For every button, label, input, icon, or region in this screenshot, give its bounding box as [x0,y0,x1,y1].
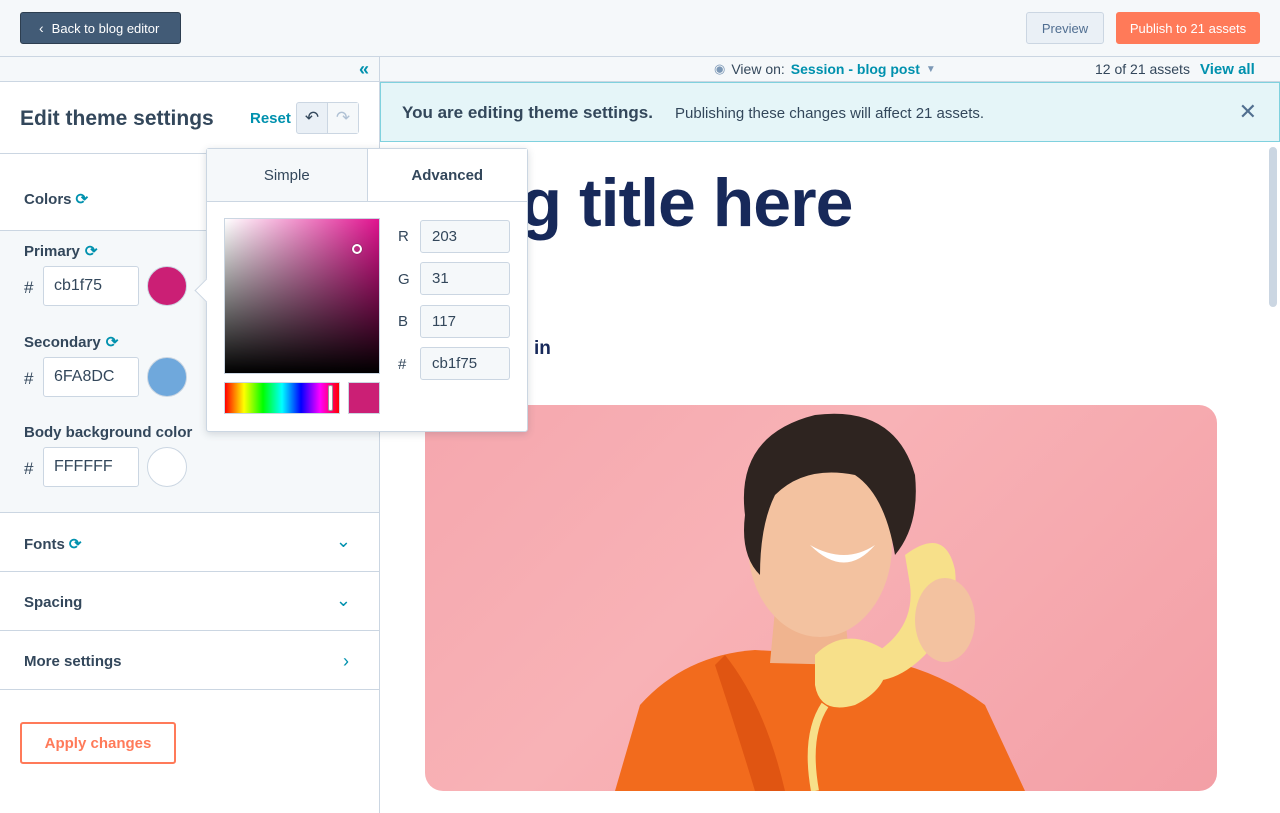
redo-icon[interactable]: ↷ [327,103,358,133]
blog-title: og title here [480,165,853,241]
hex-input[interactable] [420,347,510,380]
banner-title: You are editing theme settings. [402,103,653,122]
primary-color-swatch[interactable] [147,266,187,306]
chevron-down-icon: ⌄ [335,531,351,551]
hue-handle[interactable] [328,385,333,411]
body-bg-color-swatch[interactable] [147,447,187,487]
undo-icon[interactable]: ↶ [297,103,327,133]
fonts-label: Fonts [24,535,65,553]
saturation-handle[interactable] [352,244,362,254]
view-session-dropdown[interactable]: Session - blog post [791,61,920,77]
caret-down-icon: ▼ [925,63,936,75]
r-label: R [398,228,409,245]
color-picker-popover: Simple Advanced R G B # [206,148,528,432]
hex-label: # [398,356,407,373]
view-on-label: View on: [731,61,785,77]
banner-text: Publishing these changes will affect 21 … [675,105,985,122]
hash-label: # [24,369,34,388]
collapse-panel-icon[interactable]: « [359,60,369,78]
primary-color-input[interactable] [43,266,139,306]
b-label: B [398,313,409,330]
panel-title: Edit theme settings [20,107,214,130]
sync-icon: ⟳ [75,191,89,208]
view-bar: ◉ View on: Session - blog post ▼ 12 of 2… [380,57,1280,82]
more-settings-section[interactable]: More settings › [0,631,379,690]
back-button-label: Back to blog editor [51,20,160,36]
r-input[interactable] [420,220,510,253]
secondary-color-swatch[interactable] [147,357,187,397]
secondary-color-input[interactable] [43,357,139,397]
undo-redo-group: ↶ ↷ [296,102,359,134]
publish-button[interactable]: Publish to 21 assets [1116,12,1260,44]
body-bg-color-input[interactable] [43,447,139,487]
scrollbar[interactable] [1269,147,1277,307]
selected-color-preview [348,382,380,414]
hero-illustration [615,413,1025,791]
body-bg-color-label: Body background color [24,424,193,441]
hero-image [425,405,1217,791]
close-icon[interactable]: ✕ [1239,99,1257,125]
top-bar: ‹ Back to blog editor Preview Publish to… [0,0,1280,57]
sync-icon: ⟳ [84,243,98,260]
editing-banner: You are editing theme settings. Publishi… [380,82,1280,142]
b-input[interactable] [420,305,510,338]
saturation-area[interactable] [224,218,380,374]
collapse-row: « [0,57,379,82]
view-all-link[interactable]: View all [1200,61,1255,78]
eye-icon: ◉ [714,61,726,76]
asset-count: 12 of 21 assets [1095,61,1190,77]
tab-simple[interactable]: Simple [207,149,368,201]
picker-tabs: Simple Advanced [207,149,527,202]
chevron-left-icon: ‹ [39,20,44,36]
linkedin-icon[interactable]: in [534,338,551,360]
fonts-section[interactable]: Fonts ⟳ ⌄ [0,513,379,572]
chevron-down-icon: ⌄ [335,590,351,610]
primary-color-label: Primary ⟳ [24,242,98,261]
preview-button[interactable]: Preview [1026,12,1104,44]
spacing-section[interactable]: Spacing ⌄ [0,572,379,631]
view-on-selector[interactable]: ◉ View on: Session - blog post ▼ [714,61,936,77]
panel-header: Edit theme settings Reset ↶ ↷ [0,82,379,154]
spacing-label: Spacing [24,594,83,611]
hash-label: # [24,278,34,297]
hue-slider[interactable] [224,382,340,414]
sync-icon: ⟳ [68,536,82,553]
apply-changes-button[interactable]: Apply changes [20,722,176,764]
more-settings-label: More settings [24,653,122,670]
sync-icon: ⟳ [105,334,119,351]
colors-label: Colors [24,190,72,208]
chevron-right-icon: › [343,651,349,671]
reset-link[interactable]: Reset [250,110,291,127]
g-input[interactable] [420,262,510,295]
tab-advanced[interactable]: Advanced [367,149,527,201]
back-to-editor-button[interactable]: ‹ Back to blog editor [20,12,181,44]
secondary-color-label: Secondary ⟳ [24,333,119,352]
hash-label: # [24,459,34,478]
g-label: G [398,271,410,288]
